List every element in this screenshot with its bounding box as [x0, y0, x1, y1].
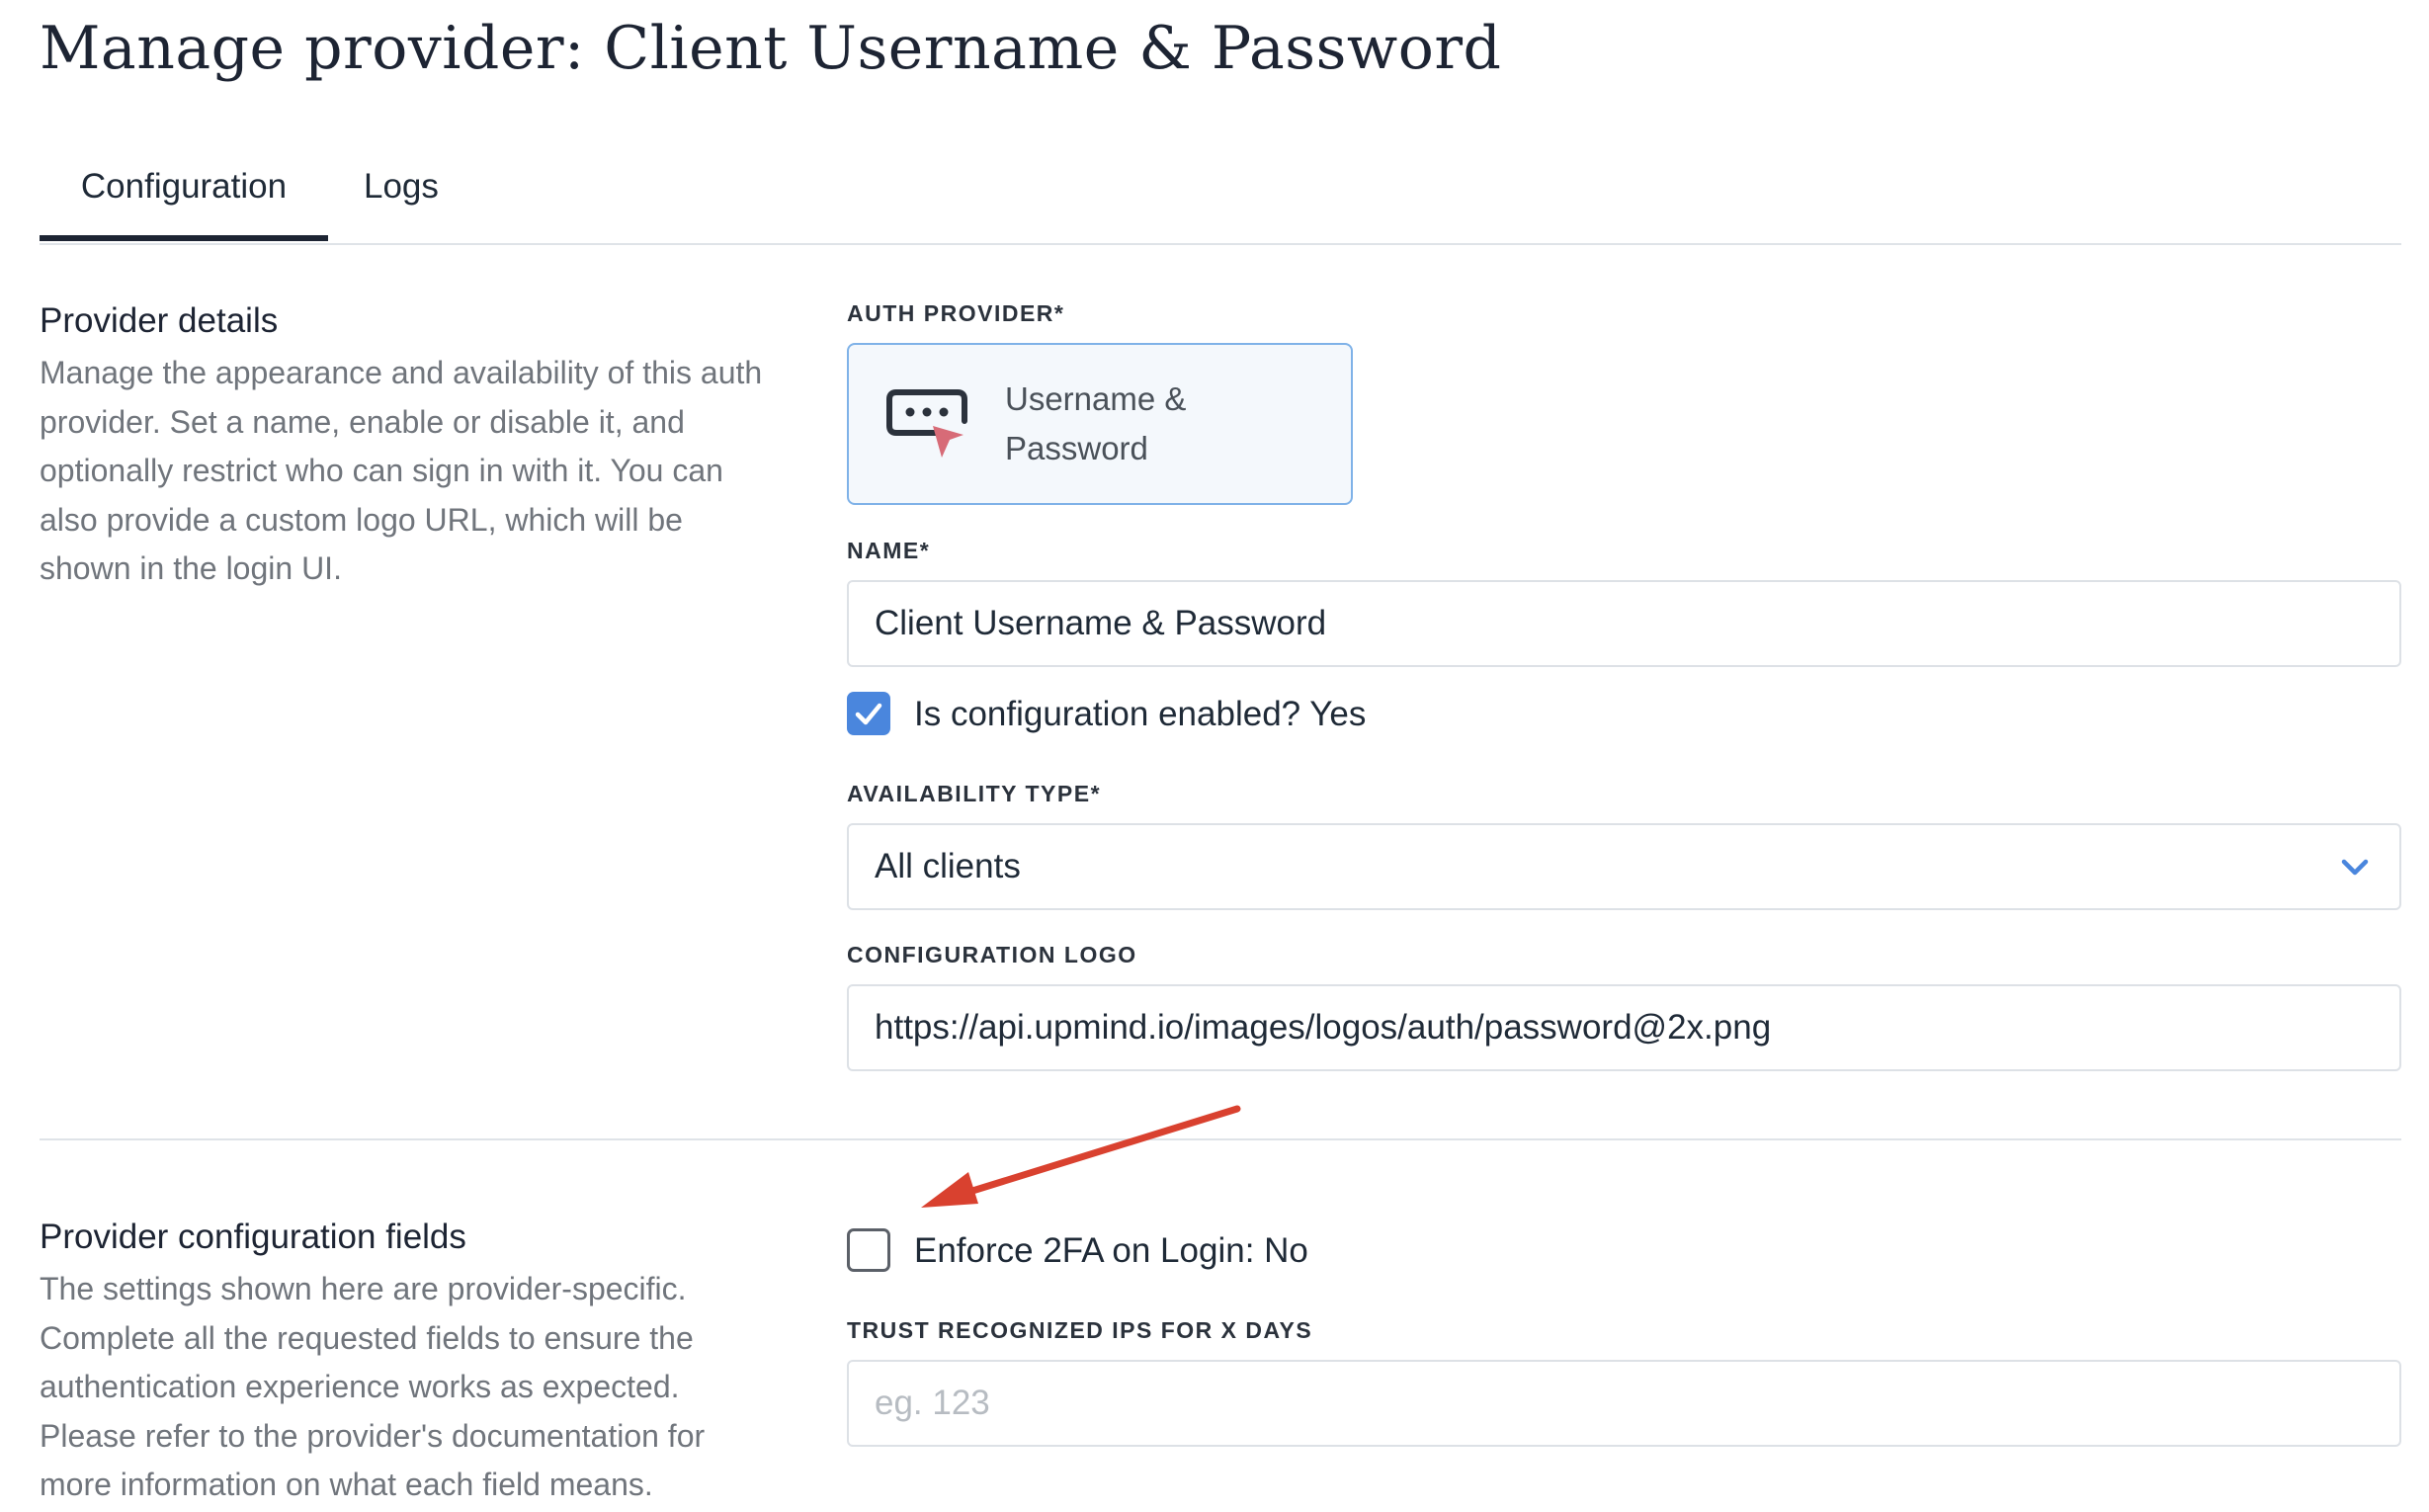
configuration-logo-label: CONFIGURATION LOGO	[847, 942, 1137, 967]
password-cursor-icon	[886, 389, 967, 458]
auth-provider-label: AUTH PROVIDER*	[847, 300, 1065, 326]
availability-type-label: AVAILABILITY TYPE*	[847, 781, 1102, 806]
checkmark-icon	[855, 703, 882, 725]
enabled-checkbox[interactable]	[847, 692, 890, 735]
page-title: Manage provider: Client Username & Passw…	[40, 14, 1502, 83]
provider-config-title: Provider configuration fields	[40, 1218, 466, 1256]
auth-provider-card-label: Username & Password	[1005, 380, 1187, 466]
name-label: NAME*	[847, 538, 931, 563]
auth-provider-card[interactable]: Username & Password	[847, 343, 1353, 505]
enabled-label-text: Is configuration enabled?	[914, 695, 1301, 733]
tab-logs[interactable]: Logs	[364, 158, 439, 241]
trust-ips-input[interactable]	[847, 1360, 2401, 1447]
enabled-value: Yes	[1309, 695, 1367, 733]
chevron-down-icon	[2341, 859, 2369, 876]
provider-details-title: Provider details	[40, 301, 279, 340]
tab-bar: Configuration Logs	[40, 148, 2401, 245]
tab-configuration[interactable]: Configuration	[40, 158, 328, 241]
trust-ips-label: TRUST RECOGNIZED IPS FOR X DAYS	[847, 1317, 1313, 1343]
enforce-2fa-label: Enforce 2FA on Login: No	[914, 1228, 1308, 1274]
enforce-2fa-checkbox[interactable]	[847, 1228, 890, 1272]
enforce-2fa-value: No	[1264, 1231, 1308, 1270]
provider-details-description: Manage the appearance and availability o…	[40, 355, 763, 586]
availability-type-value: All clients	[875, 847, 1021, 885]
name-input[interactable]	[847, 580, 2401, 667]
enforce-2fa-label-text: Enforce 2FA on Login:	[914, 1231, 1255, 1270]
configuration-logo-input[interactable]	[847, 984, 2401, 1071]
provider-config-description: The settings shown here are provider-spe…	[40, 1271, 706, 1502]
section-divider	[40, 1138, 2401, 1140]
enabled-checkbox-label: Is configuration enabled? Yes	[914, 692, 1366, 737]
availability-type-select[interactable]: All clients	[847, 823, 2401, 910]
